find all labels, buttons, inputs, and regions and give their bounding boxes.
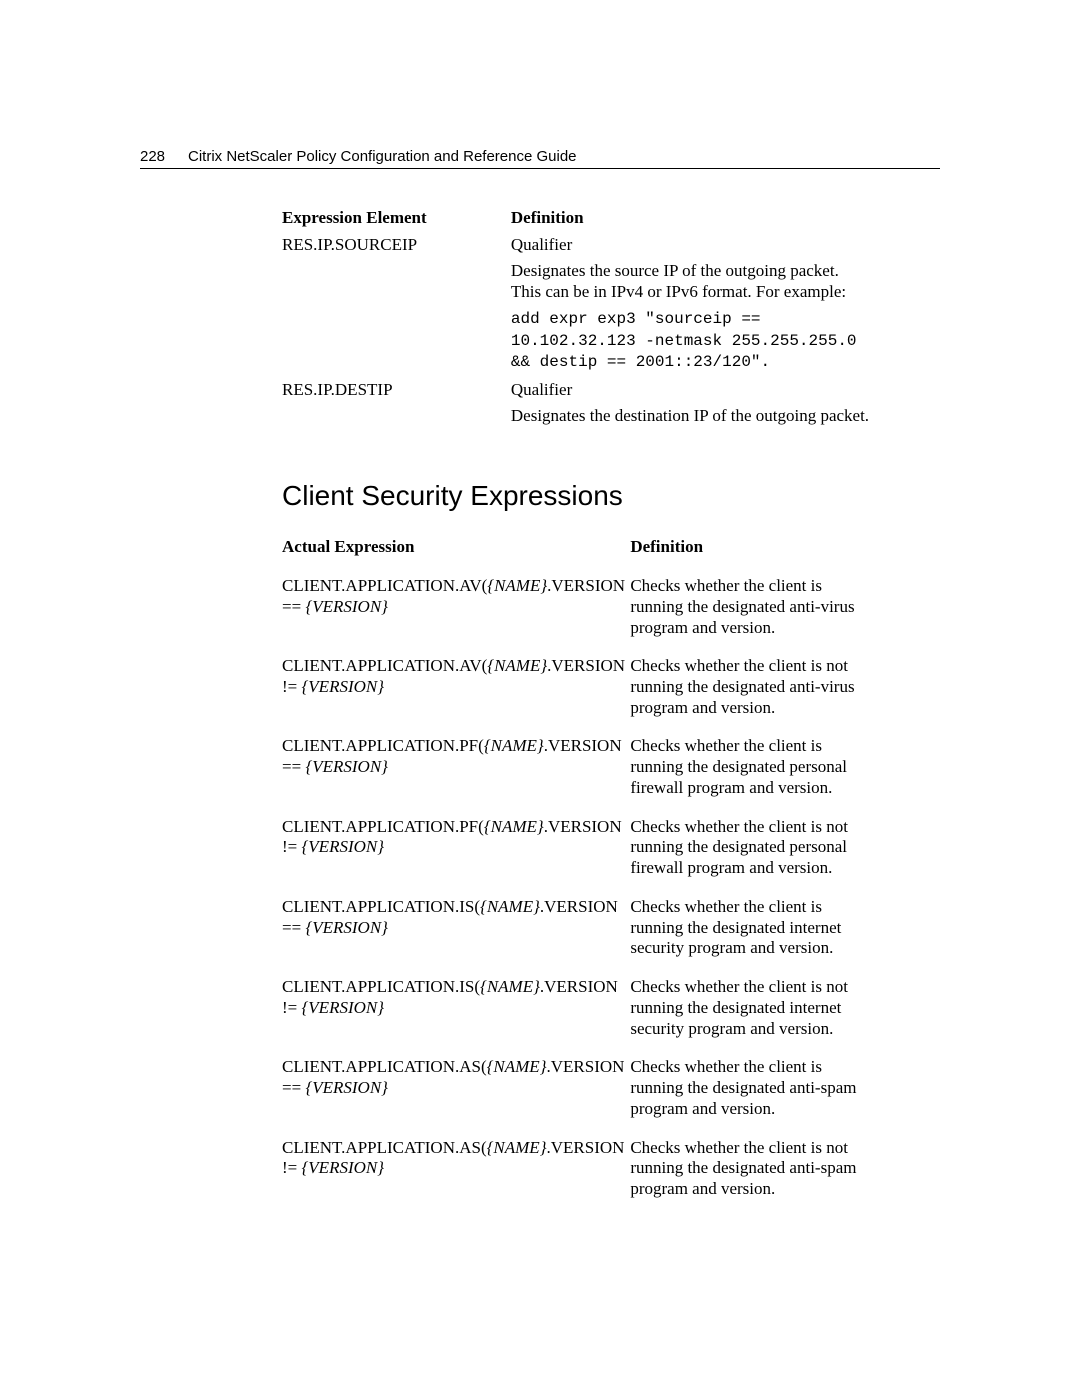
expr-version-placeholder: {VERSION} bbox=[302, 837, 385, 856]
expr-name-placeholder: {NAME} bbox=[487, 656, 547, 675]
expr-version-placeholder: {VERSION} bbox=[302, 677, 385, 696]
header-rule bbox=[140, 168, 940, 169]
page-number: 228 bbox=[140, 148, 188, 165]
code-sample: add expr exp3 "sourceip == 10.102.32.123… bbox=[511, 309, 872, 374]
definition-text: Qualifier bbox=[511, 380, 872, 401]
expression-element-table: Expression Element Definition RES.IP.SOU… bbox=[282, 208, 872, 439]
expr-name-placeholder: {NAME} bbox=[487, 576, 547, 595]
page-content: Expression Element Definition RES.IP.SOU… bbox=[282, 148, 872, 1218]
expr-text: CLIENT.APPLICATION.AV( bbox=[282, 656, 487, 675]
definition-cell: Qualifier Designates the destination IP … bbox=[511, 380, 872, 439]
actual-expression-cell: CLIENT.APPLICATION.IS({NAME}.VERSION != … bbox=[282, 977, 630, 1057]
actual-expression-cell: CLIENT.APPLICATION.AV({NAME}.VERSION != … bbox=[282, 656, 630, 736]
definition-text: Designates the destination IP of the out… bbox=[511, 406, 872, 427]
table-row: RES.IP.DESTIP Qualifier Designates the d… bbox=[282, 380, 872, 439]
actual-expression-cell: CLIENT.APPLICATION.AS({NAME}.VERSION != … bbox=[282, 1138, 630, 1218]
actual-expression-cell: CLIENT.APPLICATION.PF({NAME}.VERSION == … bbox=[282, 736, 630, 816]
table1-header-expression: Expression Element bbox=[282, 208, 511, 235]
expr-text: CLIENT.APPLICATION.AV( bbox=[282, 576, 487, 595]
expr-text: CLIENT.APPLICATION.IS( bbox=[282, 977, 480, 996]
expr-version-placeholder: {VERSION} bbox=[302, 1158, 385, 1177]
definition-cell: Checks whether the client is not running… bbox=[630, 977, 872, 1057]
expr-name-placeholder: {NAME} bbox=[484, 817, 544, 836]
definition-text: Qualifier bbox=[511, 235, 872, 256]
table-row: CLIENT.APPLICATION.PF({NAME}.VERSION != … bbox=[282, 817, 872, 897]
table-row: CLIENT.APPLICATION.PF({NAME}.VERSION == … bbox=[282, 736, 872, 816]
table-row: CLIENT.APPLICATION.IS({NAME}.VERSION == … bbox=[282, 897, 872, 977]
table-row: CLIENT.APPLICATION.AV({NAME}.VERSION == … bbox=[282, 576, 872, 656]
table2-header-definition: Definition bbox=[630, 537, 872, 576]
section-heading: Client Security Expressions bbox=[282, 479, 872, 513]
expr-version-placeholder: {VERSION} bbox=[302, 998, 385, 1017]
table-row: CLIENT.APPLICATION.IS({NAME}.VERSION != … bbox=[282, 977, 872, 1057]
expr-version-placeholder: {VERSION} bbox=[305, 1078, 388, 1097]
table-row: RES.IP.SOURCEIP Qualifier Designates the… bbox=[282, 235, 872, 380]
definition-cell: Checks whether the client is not running… bbox=[630, 817, 872, 897]
expr-name-placeholder: {NAME} bbox=[480, 897, 540, 916]
client-security-table: Actual Expression Definition CLIENT.APPL… bbox=[282, 537, 872, 1217]
expr-name-placeholder: {NAME} bbox=[484, 736, 544, 755]
definition-cell: Qualifier Designates the source IP of th… bbox=[511, 235, 872, 380]
expr-version-placeholder: {VERSION} bbox=[305, 597, 388, 616]
table-row: CLIENT.APPLICATION.AS({NAME}.VERSION != … bbox=[282, 1138, 872, 1218]
definition-cell: Checks whether the client is running the… bbox=[630, 736, 872, 816]
expr-text: CLIENT.APPLICATION.IS( bbox=[282, 897, 480, 916]
definition-cell: Checks whether the client is not running… bbox=[630, 656, 872, 736]
definition-cell: Checks whether the client is running the… bbox=[630, 1057, 872, 1137]
expr-text: CLIENT.APPLICATION.PF( bbox=[282, 817, 484, 836]
doc-title: Citrix NetScaler Policy Configuration an… bbox=[188, 148, 940, 165]
actual-expression-cell: CLIENT.APPLICATION.PF({NAME}.VERSION != … bbox=[282, 817, 630, 897]
actual-expression-cell: CLIENT.APPLICATION.AS({NAME}.VERSION == … bbox=[282, 1057, 630, 1137]
expression-cell: RES.IP.DESTIP bbox=[282, 380, 511, 439]
expr-text: CLIENT.APPLICATION.AS( bbox=[282, 1057, 487, 1076]
expr-version-placeholder: {VERSION} bbox=[305, 757, 388, 776]
table2-header-expression: Actual Expression bbox=[282, 537, 630, 576]
table-row: CLIENT.APPLICATION.AS({NAME}.VERSION == … bbox=[282, 1057, 872, 1137]
expr-text: CLIENT.APPLICATION.AS( bbox=[282, 1138, 487, 1157]
table1-header-definition: Definition bbox=[511, 208, 872, 235]
document-page: 228 Citrix NetScaler Policy Configuratio… bbox=[0, 0, 1080, 1397]
page-header: 228 Citrix NetScaler Policy Configuratio… bbox=[140, 148, 940, 165]
definition-cell: Checks whether the client is running the… bbox=[630, 897, 872, 977]
expr-text: CLIENT.APPLICATION.PF( bbox=[282, 736, 484, 755]
actual-expression-cell: CLIENT.APPLICATION.IS({NAME}.VERSION == … bbox=[282, 897, 630, 977]
actual-expression-cell: CLIENT.APPLICATION.AV({NAME}.VERSION == … bbox=[282, 576, 630, 656]
definition-cell: Checks whether the client is running the… bbox=[630, 576, 872, 656]
definition-text: Designates the source IP of the outgoing… bbox=[511, 261, 872, 302]
expr-version-placeholder: {VERSION} bbox=[305, 918, 388, 937]
definition-cell: Checks whether the client is not running… bbox=[630, 1138, 872, 1218]
expression-cell: RES.IP.SOURCEIP bbox=[282, 235, 511, 380]
expr-name-placeholder: {NAME} bbox=[487, 1138, 547, 1157]
expr-name-placeholder: {NAME} bbox=[480, 977, 540, 996]
table-row: CLIENT.APPLICATION.AV({NAME}.VERSION != … bbox=[282, 656, 872, 736]
expr-name-placeholder: {NAME} bbox=[487, 1057, 547, 1076]
